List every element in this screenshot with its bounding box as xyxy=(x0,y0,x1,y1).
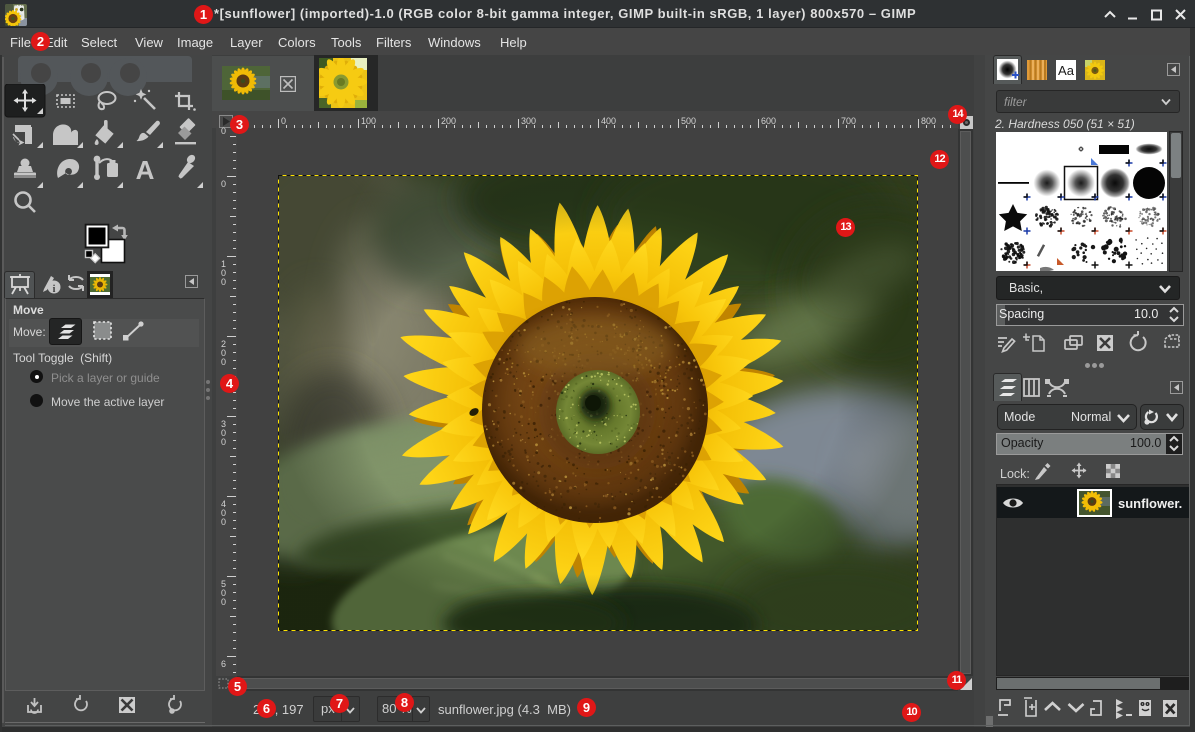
svg-text:100: 100 xyxy=(361,116,376,126)
svg-text:6: 6 xyxy=(221,659,226,669)
svg-text:0: 0 xyxy=(221,517,226,527)
svg-text:i: i xyxy=(53,284,56,295)
svg-text:600: 600 xyxy=(761,116,776,126)
svg-text:0: 0 xyxy=(221,437,226,447)
svg-text:0: 0 xyxy=(281,116,286,126)
svg-text:0: 0 xyxy=(221,597,226,607)
svg-text:Aa: Aa xyxy=(1058,63,1075,78)
svg-text:0: 0 xyxy=(221,179,226,189)
svg-text:0: 0 xyxy=(221,277,226,287)
svg-text:800: 800 xyxy=(921,116,936,126)
svg-text:0: 0 xyxy=(221,357,226,367)
svg-text:500: 500 xyxy=(681,116,696,126)
svg-text:0: 0 xyxy=(221,126,226,136)
svg-text:200: 200 xyxy=(441,116,456,126)
svg-text:700: 700 xyxy=(841,116,856,126)
svg-text:300: 300 xyxy=(521,116,536,126)
svg-text:400: 400 xyxy=(601,116,616,126)
svg-text:A: A xyxy=(136,155,155,185)
